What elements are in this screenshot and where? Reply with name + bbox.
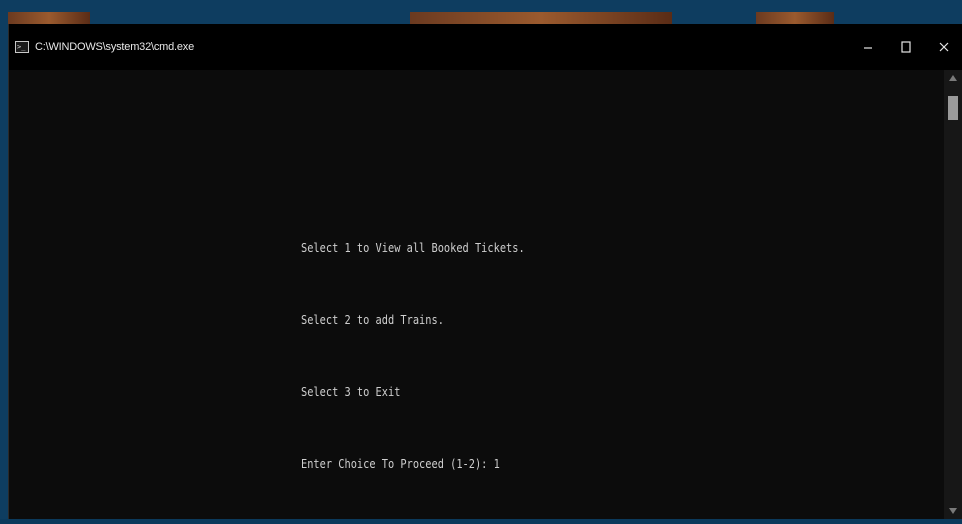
cmd-icon[interactable]: >_ [15,41,29,53]
window-controls [849,24,962,70]
console-line: Select 3 to Exit [301,385,401,399]
maximize-icon [901,41,911,53]
close-button[interactable] [925,24,962,70]
console-lines: Select 1 to View all Booked Tickets. Sel… [301,188,525,524]
desktop: >_ C:\WINDOWS\system32\cmd.exe Select 1 … [0,0,962,519]
maximize-button[interactable] [887,24,925,70]
window-title: C:\WINDOWS\system32\cmd.exe [35,41,195,53]
minimize-button[interactable] [849,24,887,70]
scroll-thumb[interactable] [948,96,958,120]
scroll-up-icon[interactable] [948,74,958,82]
console-line: Enter Choice To Proceed (1-2): 1 [301,457,500,471]
scroll-down-icon[interactable] [948,507,958,515]
console-line: Select 1 to View all Booked Tickets. [301,241,525,255]
console-line: Select 2 to add Trains. [301,313,444,327]
cmd-window[interactable]: >_ C:\WINDOWS\system32\cmd.exe Select 1 … [8,24,962,519]
title-bar[interactable]: >_ C:\WINDOWS\system32\cmd.exe [9,24,962,70]
vertical-scrollbar[interactable] [944,70,962,519]
minimize-icon [864,47,872,49]
close-icon [939,42,949,52]
console-output[interactable]: Select 1 to View all Booked Tickets. Sel… [9,70,945,519]
